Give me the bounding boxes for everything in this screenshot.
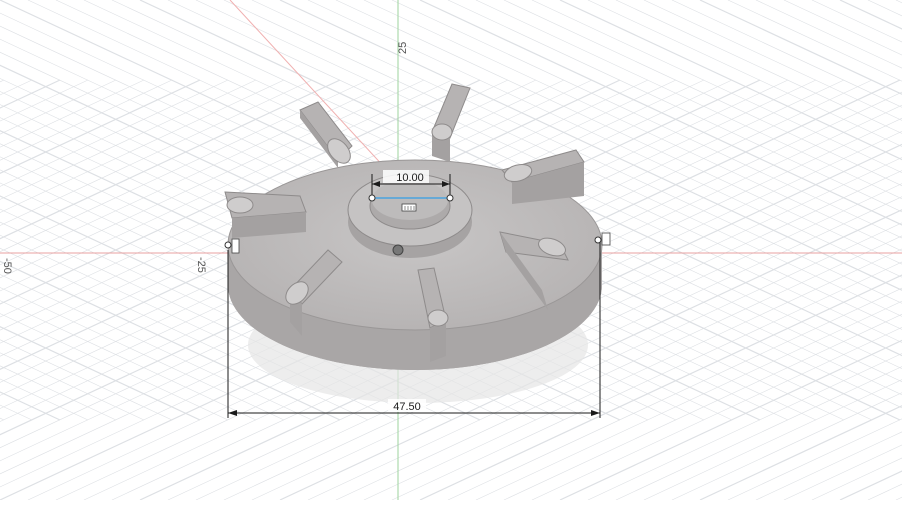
- viewport-canvas[interactable]: 25 -25 -50 10.00 47.50: [0, 0, 902, 501]
- y-axis-label-25: 25: [397, 42, 409, 54]
- impeller-part[interactable]: [224, 83, 603, 370]
- blade-left[interactable]: [224, 191, 307, 238]
- left-constraint-icon[interactable]: [224, 238, 240, 254]
- center-hub[interactable]: [347, 173, 473, 258]
- origin-point-icon[interactable]: [392, 244, 404, 256]
- 3d-viewport[interactable]: 25 -25 -50 10.00 47.50: [0, 0, 902, 501]
- blade-right[interactable]: [501, 149, 585, 204]
- sketch-constraint-icon[interactable]: [401, 203, 417, 212]
- x-axis-label-neg50: -50: [1, 258, 13, 274]
- x-axis-label-neg25: -25: [195, 257, 207, 273]
- blade-right-top[interactable]: [431, 83, 471, 162]
- hub-diameter-value[interactable]: 10.00: [396, 172, 424, 184]
- outer-diameter-value[interactable]: 47.50: [393, 401, 421, 413]
